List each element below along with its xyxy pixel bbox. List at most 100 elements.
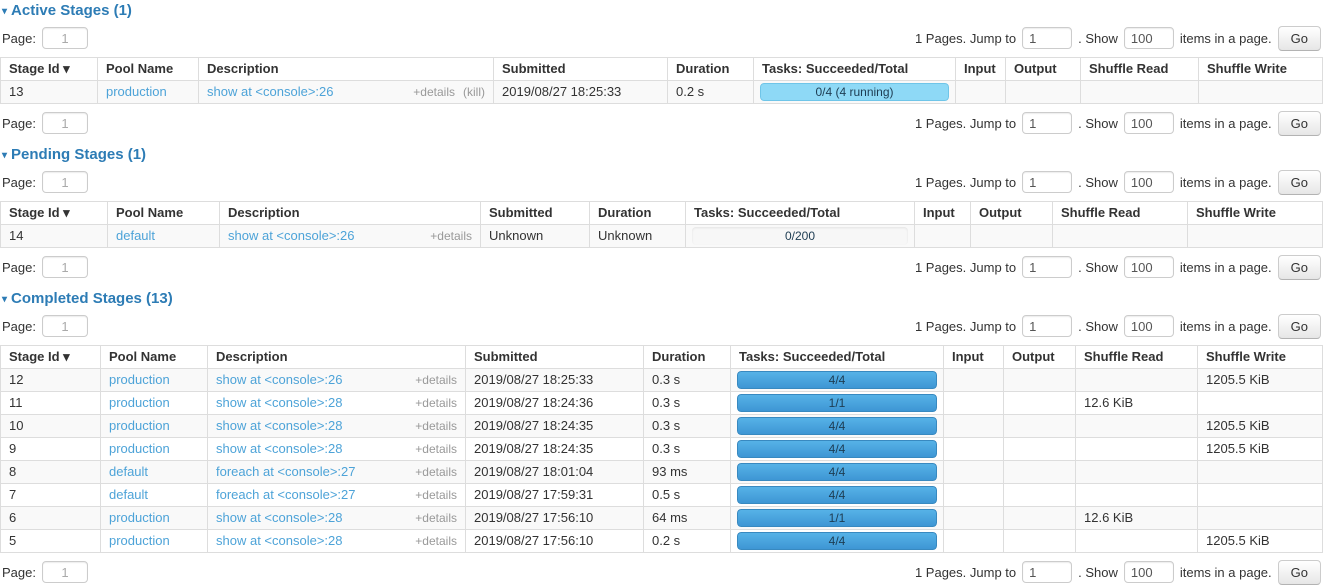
col-header-tasks[interactable]: Tasks: Succeeded/Total [686, 202, 915, 225]
col-header-description[interactable]: Description [208, 346, 466, 369]
description-link[interactable]: show at <console>:28 [216, 442, 342, 456]
go-button[interactable]: Go [1278, 170, 1321, 195]
description-link[interactable]: show at <console>:28 [216, 419, 342, 433]
pool-name-link[interactable]: production [109, 510, 170, 525]
details-toggle[interactable]: +details [415, 488, 457, 502]
col-header-pool-name[interactable]: Pool Name [101, 346, 208, 369]
show-count-input[interactable] [1124, 256, 1174, 278]
col-header-pool-name[interactable]: Pool Name [108, 202, 220, 225]
description-link[interactable]: show at <console>:28 [216, 534, 342, 548]
details-toggle[interactable]: +details [415, 534, 457, 548]
pool-name-link[interactable]: production [109, 372, 170, 387]
details-toggle[interactable]: +details [415, 396, 457, 410]
col-header-shuffle-write[interactable]: Shuffle Write [1188, 202, 1323, 225]
pool-name-link[interactable]: production [106, 84, 167, 99]
show-count-input[interactable] [1124, 171, 1174, 193]
col-header-shuffle-read[interactable]: Shuffle Read [1081, 58, 1199, 81]
col-header-submitted[interactable]: Submitted [466, 346, 644, 369]
col-header-input[interactable]: Input [915, 202, 971, 225]
col-header-shuffle-read[interactable]: Shuffle Read [1053, 202, 1188, 225]
duration-cell: 0.3 s [644, 438, 731, 461]
col-header-duration[interactable]: Duration [644, 346, 731, 369]
page-number-input[interactable] [42, 561, 88, 583]
completed-stages-toggle[interactable]: ▾Completed Stages (13) [0, 290, 1323, 307]
col-header-tasks[interactable]: Tasks: Succeeded/Total [731, 346, 944, 369]
col-header-shuffle-read[interactable]: Shuffle Read [1076, 346, 1198, 369]
pool-name-link[interactable]: default [116, 228, 155, 243]
col-header-duration[interactable]: Duration [590, 202, 686, 225]
description-link[interactable]: show at <console>:28 [216, 396, 342, 410]
col-header-input[interactable]: Input [944, 346, 1004, 369]
page-number-input[interactable] [42, 171, 88, 193]
description-link[interactable]: show at <console>:26 [228, 229, 354, 243]
description-link[interactable]: show at <console>:26 [216, 373, 342, 387]
col-header-stage-id[interactable]: Stage Id ▾ [1, 346, 101, 369]
active-stages-toggle[interactable]: ▾Active Stages (1) [0, 2, 1323, 19]
pool-name-link[interactable]: default [109, 464, 148, 479]
details-toggle[interactable]: +details [415, 373, 457, 387]
show-count-input[interactable] [1124, 561, 1174, 583]
col-header-output[interactable]: Output [1004, 346, 1076, 369]
page-number-input[interactable] [42, 256, 88, 278]
col-header-tasks[interactable]: Tasks: Succeeded/Total [754, 58, 956, 81]
page-number-input[interactable] [42, 27, 88, 49]
pool-name-link[interactable]: default [109, 487, 148, 502]
details-toggle[interactable]: +details [430, 229, 472, 243]
description-link[interactable]: show at <console>:28 [216, 511, 342, 525]
col-header-input[interactable]: Input [956, 58, 1006, 81]
details-toggle[interactable]: +details [413, 85, 455, 99]
details-toggle[interactable]: +details [415, 419, 457, 433]
col-header-duration[interactable]: Duration [668, 58, 754, 81]
show-count-input[interactable] [1124, 315, 1174, 337]
go-button[interactable]: Go [1278, 314, 1321, 339]
pool-name-link[interactable]: production [109, 418, 170, 433]
col-header-submitted[interactable]: Submitted [494, 58, 668, 81]
jump-to-input[interactable] [1022, 112, 1072, 134]
kill-link[interactable]: (kill) [463, 85, 485, 99]
col-header-shuffle-write[interactable]: Shuffle Write [1198, 346, 1323, 369]
col-header-stage-id[interactable]: Stage Id ▾ [1, 58, 98, 81]
jump-to-input[interactable] [1022, 561, 1072, 583]
col-header-output[interactable]: Output [971, 202, 1053, 225]
duration-cell: 0.5 s [644, 484, 731, 507]
col-header-pool-name[interactable]: Pool Name [98, 58, 199, 81]
show-count-input[interactable] [1124, 27, 1174, 49]
col-header-shuffle-write[interactable]: Shuffle Write [1199, 58, 1323, 81]
col-header-output[interactable]: Output [1006, 58, 1081, 81]
input-cell [915, 225, 971, 248]
details-toggle[interactable]: +details [415, 442, 457, 456]
pool-name-link[interactable]: production [109, 441, 170, 456]
go-button[interactable]: Go [1278, 26, 1321, 51]
go-button[interactable]: Go [1278, 560, 1321, 585]
details-toggle[interactable]: +details [415, 465, 457, 479]
pool-name-link[interactable]: production [109, 533, 170, 548]
stage-id-cell: 9 [1, 438, 101, 461]
description-cell: show at <console>:28 +details [208, 530, 466, 553]
description-link[interactable]: foreach at <console>:27 [216, 488, 356, 502]
jump-to-input[interactable] [1022, 27, 1072, 49]
pending-stages-toggle[interactable]: ▾Pending Stages (1) [0, 146, 1323, 163]
col-header-description[interactable]: Description [199, 58, 494, 81]
show-count-input[interactable] [1124, 112, 1174, 134]
pagination-row: Page:1 Pages. Jump to. Showitems in a pa… [2, 313, 1321, 339]
input-cell [944, 484, 1004, 507]
go-button[interactable]: Go [1278, 255, 1321, 280]
description-link[interactable]: show at <console>:26 [207, 85, 333, 99]
description-cell: show at <console>:28 +details [208, 438, 466, 461]
details-toggle[interactable]: +details [415, 511, 457, 525]
go-button[interactable]: Go [1278, 111, 1321, 136]
jump-to-input[interactable] [1022, 171, 1072, 193]
col-header-stage-id[interactable]: Stage Id ▾ [1, 202, 108, 225]
pool-name-link[interactable]: production [109, 395, 170, 410]
input-cell [944, 461, 1004, 484]
submitted-cell: 2019/08/27 17:59:31 [466, 484, 644, 507]
col-header-description[interactable]: Description [220, 202, 481, 225]
jump-to-input[interactable] [1022, 315, 1072, 337]
page-number-input[interactable] [42, 112, 88, 134]
description-link[interactable]: foreach at <console>:27 [216, 465, 356, 479]
col-header-submitted[interactable]: Submitted [481, 202, 590, 225]
pool-name-cell: production [101, 392, 208, 415]
page-number-input[interactable] [42, 315, 88, 337]
pagination-row: Page:1 Pages. Jump to. Showitems in a pa… [2, 25, 1321, 51]
jump-to-input[interactable] [1022, 256, 1072, 278]
